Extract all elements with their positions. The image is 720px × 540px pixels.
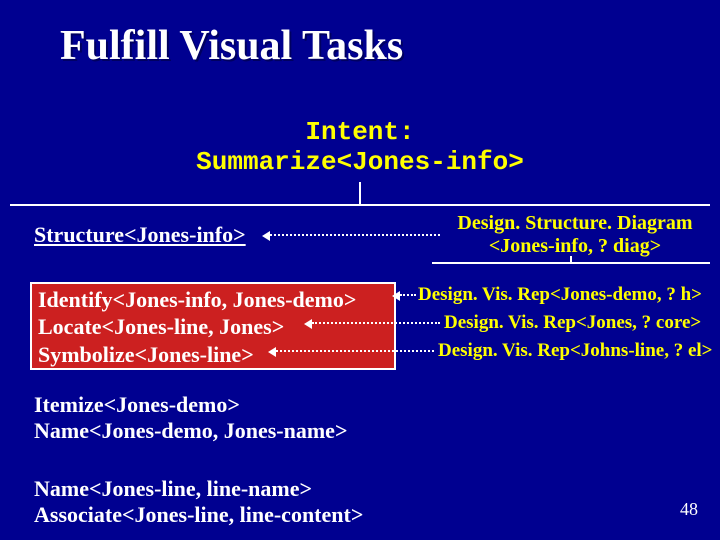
group3-l2: Associate<Jones-line, line-content> xyxy=(34,502,363,528)
slide-root: Fulfill Visual Tasks Intent: Summarize<J… xyxy=(0,0,720,540)
design-right-2: Design. Vis. Rep<Jones, ? core> xyxy=(444,312,701,334)
group3-l1: Name<Jones-line, line-name> xyxy=(34,476,363,502)
redbox-l1: Identify<Jones-info, Jones-demo> xyxy=(38,286,388,313)
stem-diagram xyxy=(570,256,572,262)
arrow-structure-to-diagram xyxy=(270,234,440,236)
group2-l2: Name<Jones-demo, Jones-name> xyxy=(34,418,347,444)
arrow-r3 xyxy=(276,350,434,352)
arrow-r1 xyxy=(400,294,416,296)
redbox-l2: Locate<Jones-line, Jones> xyxy=(38,313,388,340)
divider-main xyxy=(10,204,710,206)
intent-block: Intent: Summarize<Jones-info> xyxy=(0,118,720,178)
design-diagram-block: Design. Structure. Diagram <Jones-info, … xyxy=(440,212,710,258)
arrow-r2 xyxy=(312,322,440,324)
intent-line1: Intent: xyxy=(0,118,720,148)
intent-line2: Summarize<Jones-info> xyxy=(0,148,720,178)
group2: Itemize<Jones-demo> Name<Jones-demo, Jon… xyxy=(34,392,347,444)
slide-title: Fulfill Visual Tasks xyxy=(60,22,403,70)
design-diagram-l1: Design. Structure. Diagram xyxy=(440,212,710,235)
redbox-group: Identify<Jones-info, Jones-demo> Locate<… xyxy=(30,282,396,370)
structure-text: Structure<Jones-info> xyxy=(34,222,246,247)
page-number: 48 xyxy=(680,499,698,520)
design-diagram-l2: <Jones-info, ? diag> xyxy=(440,235,710,258)
redbox-l3: Symbolize<Jones-line> xyxy=(38,341,388,368)
group3: Name<Jones-line, line-name> Associate<Jo… xyxy=(34,476,363,528)
design-right-1: Design. Vis. Rep<Jones-demo, ? h> xyxy=(418,284,702,306)
structure-label: Structure<Jones-info> xyxy=(34,222,246,248)
divider-right-short xyxy=(432,262,710,264)
stem-from-intent xyxy=(359,182,361,204)
group2-l1: Itemize<Jones-demo> xyxy=(34,392,347,418)
design-right-3: Design. Vis. Rep<Johns-line, ? el> xyxy=(438,340,713,362)
